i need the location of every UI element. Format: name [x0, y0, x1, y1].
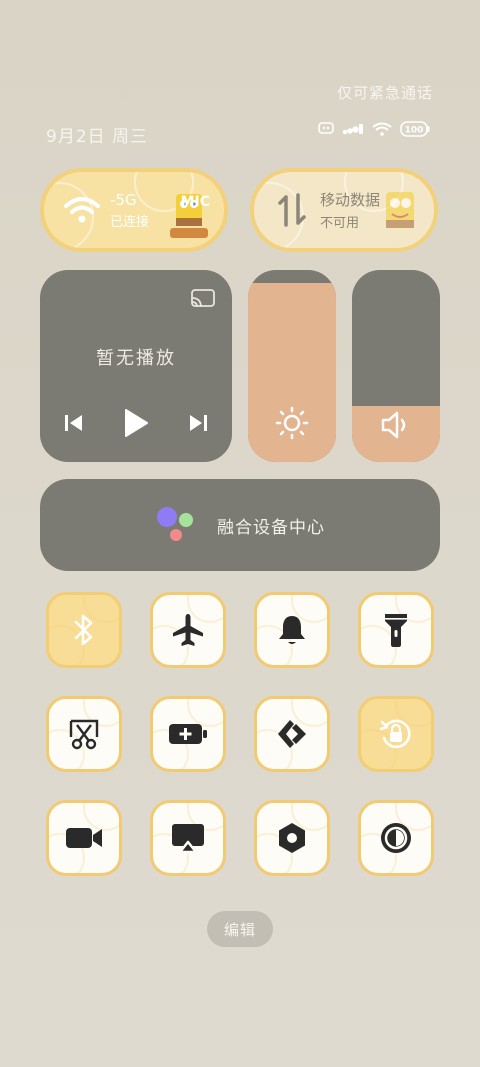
screenshot-toggle[interactable] — [46, 696, 122, 772]
volume-icon — [381, 411, 406, 439]
wifi-tile[interactable]: -5G 已连接 MIC — [40, 168, 228, 252]
device-center-logo-icon — [157, 507, 193, 541]
volume-slider[interactable] — [352, 270, 440, 462]
mobile-data-arrows-icon — [272, 190, 312, 230]
media-player-card[interactable]: 暂无播放 — [40, 270, 232, 462]
battery-saver-toggle[interactable] — [150, 696, 226, 772]
battery-icon: 100 — [400, 121, 430, 137]
brightness-icon — [275, 406, 309, 440]
wifi-name: -5G — [110, 190, 137, 209]
edit-button[interactable]: 编辑 — [207, 911, 273, 947]
wifi-status: 已连接 — [110, 214, 150, 230]
previous-icon[interactable] — [64, 413, 84, 433]
video-camera-icon — [66, 828, 102, 848]
mic-badge: MIC — [180, 194, 210, 210]
dark-mode-icon — [381, 823, 411, 853]
wifi-icon — [62, 190, 102, 230]
emergency-call-text: 仅可紧急通话 — [336, 84, 433, 102]
screen-cast-icon — [172, 824, 204, 854]
date-text: 9月2日 周三 — [46, 127, 149, 147]
brightness-slider[interactable] — [248, 270, 336, 462]
airplane-icon — [173, 614, 203, 646]
rotation-lock-toggle[interactable] — [358, 696, 434, 772]
flashlight-toggle[interactable] — [358, 592, 434, 668]
media-title: 暂无播放 — [96, 348, 176, 369]
signal-icon — [342, 124, 363, 135]
device-center-label: 融合设备中心 — [217, 517, 325, 538]
hex-nut-icon — [279, 823, 305, 853]
notification-icon — [318, 122, 334, 134]
dark-mode-toggle[interactable] — [358, 800, 434, 876]
airplane-toggle[interactable] — [150, 592, 226, 668]
next-icon[interactable] — [188, 413, 208, 433]
mobile-data-label: 移动数据 — [320, 191, 381, 209]
rotation-lock-icon — [379, 719, 411, 749]
hex-nut-toggle[interactable] — [254, 800, 330, 876]
bell-icon — [279, 616, 305, 644]
status-icons: 100 — [318, 121, 430, 137]
device-center-card[interactable]: 融合设备中心 — [40, 479, 440, 571]
scissors-icon — [69, 719, 99, 750]
share-arrows-icon — [278, 720, 306, 748]
mascot-sticker-icon — [386, 192, 414, 228]
mascot-sticker-icon — [170, 194, 208, 238]
bell-toggle[interactable] — [254, 592, 330, 668]
play-icon[interactable] — [123, 408, 149, 438]
battery-level-text: 100 — [405, 126, 424, 136]
wifi-status-icon — [372, 122, 392, 136]
battery-plus-icon — [169, 724, 207, 744]
bluetooth-toggle[interactable] — [46, 592, 122, 668]
mobile-data-tile[interactable]: 移动数据 不可用 — [250, 168, 438, 252]
screen-record-toggle[interactable] — [46, 800, 122, 876]
flashlight-icon — [385, 614, 407, 647]
mobile-data-status: 不可用 — [320, 216, 360, 231]
share-toggle[interactable] — [254, 696, 330, 772]
cast-icon[interactable] — [190, 288, 216, 310]
screen-cast-toggle[interactable] — [150, 800, 226, 876]
bluetooth-icon — [74, 614, 93, 646]
